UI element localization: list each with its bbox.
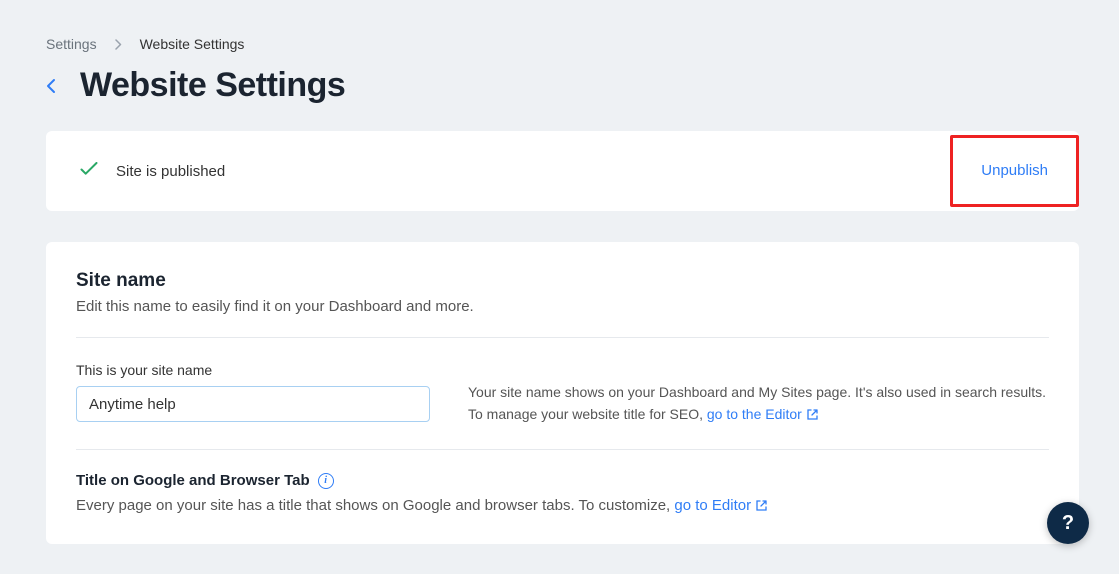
go-to-editor-link[interactable]: go to the Editor (707, 406, 819, 422)
external-link-icon (755, 497, 768, 520)
site-name-desc: Edit this name to easily find it on your… (76, 298, 1049, 315)
info-icon[interactable]: i (318, 473, 334, 489)
publish-status-text: Site is published (116, 163, 225, 180)
back-button[interactable] (46, 78, 56, 94)
title-tab-heading: Title on Google and Browser Tab (76, 472, 310, 489)
unpublish-button[interactable]: Unpublish (981, 162, 1048, 179)
breadcrumb-current: Website Settings (140, 36, 245, 52)
breadcrumb: Settings Website Settings (46, 0, 1079, 52)
site-name-title: Site name (76, 270, 1049, 292)
site-name-input[interactable] (76, 386, 430, 422)
unpublish-highlight: Unpublish (950, 135, 1079, 207)
go-to-editor-link-2[interactable]: go to Editor (674, 497, 768, 514)
chevron-right-icon (115, 39, 122, 50)
publish-status-card: Site is published Unpublish (46, 131, 1079, 211)
site-name-help-text: Your site name shows on your Dashboard a… (468, 362, 1049, 427)
external-link-icon (806, 406, 819, 428)
check-icon (80, 162, 98, 181)
chevron-left-icon (46, 78, 56, 94)
help-button[interactable]: ? (1047, 502, 1089, 544)
title-tab-desc: Every page on your site has a title that… (76, 495, 1049, 520)
breadcrumb-root[interactable]: Settings (46, 36, 97, 52)
site-name-card: Site name Edit this name to easily find … (46, 242, 1079, 544)
page-title: Website Settings (80, 66, 345, 105)
site-name-field-label: This is your site name (76, 362, 430, 378)
